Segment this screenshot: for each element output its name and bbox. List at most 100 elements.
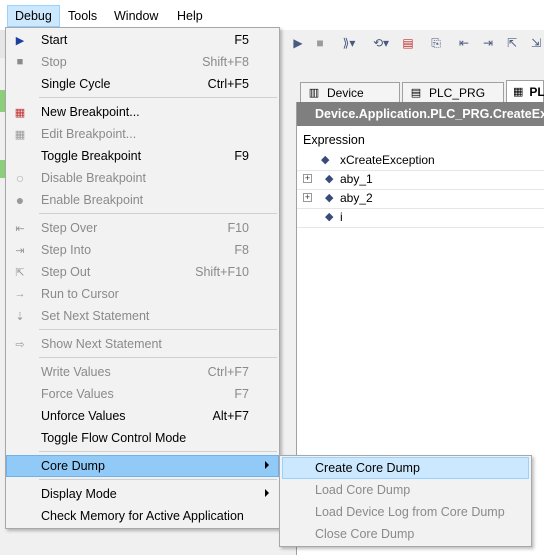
watch-row-name: aby_2 — [340, 191, 373, 205]
document-icon: ▤ — [410, 87, 422, 99]
step-over-icon: ⇤ — [15, 222, 25, 235]
stop-icon: ■ — [16, 56, 24, 68]
menu-item-label: New Breakpoint... — [41, 105, 140, 119]
show-next-statement-icon: ⇨ — [15, 338, 25, 351]
menu-separator — [39, 97, 277, 98]
watch-row-name: i — [340, 210, 343, 224]
step-out-tb-icon[interactable]: ⇱ — [504, 35, 520, 51]
menu-window[interactable]: Window — [107, 5, 165, 27]
menu-item-new-breakpoint[interactable]: ▦ New Breakpoint... — [6, 101, 279, 123]
menu-item-label: Force Values — [41, 387, 114, 401]
toggle-icon[interactable]: ⎘ — [428, 35, 444, 51]
device-icon: ▥ — [308, 87, 320, 99]
toolbar: ▶ ■ ⟫▾ ⟲▾ ▤ ⎘ ⇤ ⇥ ⇱ ⇲ — [280, 30, 544, 56]
menu-separator — [39, 213, 277, 214]
run-cursor-tb-icon[interactable]: ⇲ — [528, 35, 544, 51]
tab-plc[interactable]: ▦ PLC — [506, 80, 544, 102]
submenu-item-create-core-dump[interactable]: Create Core Dump — [282, 457, 529, 479]
variable-icon: ◆ — [321, 154, 330, 166]
submenu-item-load-device-log[interactable]: Load Device Log from Core Dump — [282, 501, 529, 523]
menu-item-set-next-statement[interactable]: ⇣ Set Next Statement — [6, 305, 279, 327]
menu-item-step-into[interactable]: ⇥ Step Into F8 — [6, 239, 279, 261]
menu-item-label: Check Memory for Active Application — [41, 509, 244, 523]
start-icon[interactable]: ▶ — [290, 35, 306, 51]
menu-item-enable-breakpoint[interactable]: ● Enable Breakpoint — [6, 189, 279, 211]
step-over-icon[interactable]: ⟫▾ — [336, 35, 362, 51]
tab-plc-prg-label: PLC_PRG — [429, 85, 486, 100]
core-dump-submenu: Create Core Dump Load Core Dump Load Dev… — [279, 455, 532, 547]
menu-item-shortcut: Alt+F7 — [212, 409, 249, 423]
tab-device[interactable]: ▥ Device — [300, 82, 400, 102]
tab-plc-label: PLC — [529, 84, 544, 99]
menu-separator — [39, 451, 277, 452]
menu-item-write-values[interactable]: Write Values Ctrl+F7 — [6, 361, 279, 383]
menu-item-label: Start — [41, 33, 68, 47]
step-into-tb-icon[interactable]: ⇥ — [480, 35, 496, 51]
watch-row[interactable]: + ◆ aby_2 — [297, 189, 544, 209]
new-breakpoint-icon: ▦ — [14, 106, 26, 119]
menu-item-label: Enable Breakpoint — [41, 193, 144, 207]
menu-item-show-next-statement[interactable]: ⇨ Show Next Statement — [6, 333, 279, 355]
menu-tools[interactable]: Tools — [61, 5, 104, 27]
menu-item-label: Core Dump — [41, 459, 105, 473]
menu-item-single-cycle[interactable]: Single Cycle Ctrl+F5 — [6, 73, 279, 95]
menu-item-toggle-breakpoint[interactable]: Toggle Breakpoint F9 — [6, 145, 279, 167]
stop-icon[interactable]: ■ — [312, 35, 328, 51]
variable-icon: ◆ — [325, 173, 334, 185]
menu-help[interactable]: Help — [170, 5, 210, 27]
menu-item-step-out[interactable]: ⇱ Step Out Shift+F10 — [6, 261, 279, 283]
menu-item-label: Run to Cursor — [41, 287, 119, 301]
watch-row[interactable]: + ◆ aby_1 — [297, 170, 544, 190]
menu-item-start[interactable]: ▶ Start F5 — [6, 29, 279, 51]
submenu-item-close-core-dump[interactable]: Close Core Dump — [282, 523, 529, 545]
menu-item-label: Edit Breakpoint... — [41, 127, 137, 141]
menu-item-unforce-values[interactable]: Unforce Values Alt+F7 — [6, 405, 279, 427]
watch-row[interactable]: ◆ xCreateException — [297, 151, 544, 171]
menu-item-disable-breakpoint[interactable]: ○ Disable Breakpoint — [6, 167, 279, 189]
menu-item-label: Set Next Statement — [41, 309, 150, 323]
menu-item-shortcut: F9 — [234, 149, 249, 163]
breakpoint-list-icon[interactable]: ▤ — [400, 35, 416, 51]
menu-item-label: Display Mode — [41, 487, 117, 501]
menu-item-shortcut: F5 — [234, 33, 249, 47]
menu-item-display-mode[interactable]: Display Mode — [6, 483, 279, 505]
step-icon[interactable]: ⇤ — [456, 35, 472, 51]
variable-icon: ◆ — [325, 211, 334, 223]
submenu-item-label: Create Core Dump — [315, 461, 420, 475]
expand-icon[interactable]: + — [303, 174, 312, 183]
expand-icon[interactable]: + — [303, 193, 312, 202]
menu-item-run-to-cursor[interactable]: → Run to Cursor — [6, 283, 279, 305]
tab-device-label: Device — [327, 85, 364, 100]
menu-debug[interactable]: Debug — [7, 5, 60, 27]
menu-item-shortcut: Ctrl+F7 — [207, 365, 249, 379]
menu-bar: Debug Tools Window Help — [0, 0, 544, 30]
menu-item-toggle-flow-control[interactable]: Toggle Flow Control Mode — [6, 427, 279, 449]
menu-item-stop[interactable]: ■ Stop Shift+F8 — [6, 51, 279, 73]
submenu-item-label: Close Core Dump — [315, 527, 415, 541]
menu-item-label: Step Over — [41, 221, 98, 235]
step-into-icon[interactable]: ⟲▾ — [368, 35, 394, 51]
menu-item-label: Step Into — [41, 243, 92, 257]
submenu-item-load-core-dump[interactable]: Load Core Dump — [282, 479, 529, 501]
menu-item-force-values[interactable]: Force Values F7 — [6, 383, 279, 405]
breakpoint-icon: ● — [15, 192, 25, 208]
run-to-cursor-icon: → — [14, 288, 26, 300]
menu-item-shortcut: Shift+F8 — [202, 55, 249, 69]
menu-item-edit-breakpoint[interactable]: ▦ Edit Breakpoint... — [6, 123, 279, 145]
watch-row-name: xCreateException — [340, 153, 435, 167]
path-bar: Device.Application.PLC_PRG.CreateExcep — [297, 102, 544, 126]
menu-item-label: Single Cycle — [41, 77, 111, 91]
menu-item-shortcut: Ctrl+F5 — [207, 77, 249, 91]
tab-plc-prg[interactable]: ▤ PLC_PRG — [402, 82, 504, 102]
menu-item-shortcut: F8 — [234, 243, 249, 257]
watch-row[interactable]: ◆ i — [297, 208, 544, 228]
menu-item-label: Step Out — [41, 265, 91, 279]
menu-item-label: Show Next Statement — [41, 337, 162, 351]
menu-item-label: Stop — [41, 55, 67, 69]
menu-item-step-over[interactable]: ⇤ Step Over F10 — [6, 217, 279, 239]
disabled-breakpoint-icon: ○ — [15, 170, 25, 186]
menu-item-shortcut: F7 — [234, 387, 249, 401]
menu-item-core-dump[interactable]: Core Dump — [6, 455, 279, 477]
menu-item-check-memory[interactable]: Check Memory for Active Application — [6, 505, 279, 527]
watch-header: Expression — [303, 133, 365, 147]
